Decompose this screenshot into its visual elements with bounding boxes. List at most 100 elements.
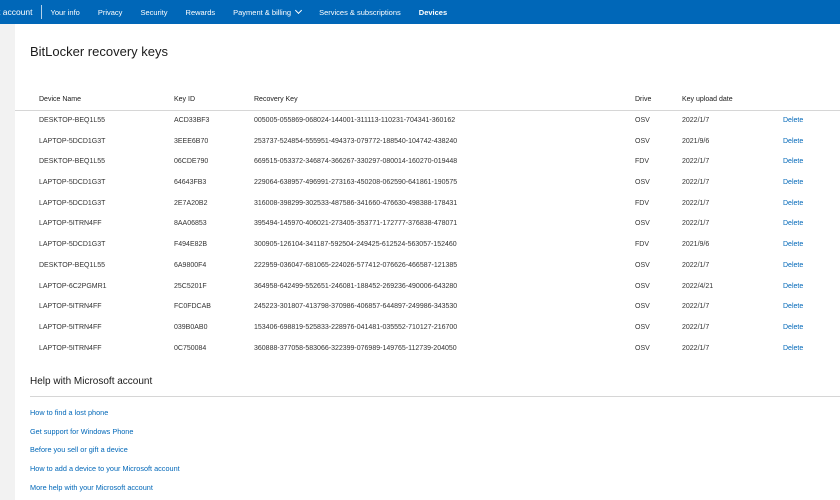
table-row: LAPTOP-5ITRN4FF 039B0AB0 153406-698819-525… (15, 318, 840, 339)
delete-key-button[interactable]: Delete (783, 339, 803, 360)
delete-key-button[interactable]: Delete (783, 152, 803, 173)
account-brand-link[interactable]: t account (0, 7, 33, 17)
cell-key-upload-date: 2022/1/7 (682, 303, 710, 311)
table-row: LAPTOP-5ITRN4FF 8AA06853 395494-145970-406… (15, 214, 840, 235)
cell-recovery-key: 364958-642499-552651-246081-188452-26923… (254, 282, 458, 290)
cell-key-id: 6A9800F4 (174, 261, 207, 269)
cell-key-upload-date: 2022/1/7 (682, 344, 710, 352)
cell-device-name: LAPTOP-5DCD1G3T (39, 199, 106, 207)
cell-key-upload-date: 2022/1/7 (682, 179, 710, 187)
cell-device-name: LAPTOP-5DCD1G3T (39, 241, 106, 249)
cell-key-id: 039B0AB0 (174, 323, 208, 331)
delete-key-button[interactable]: Delete (783, 297, 803, 318)
cell-key-id: ACD33BF3 (174, 117, 210, 124)
cell-key-id: FC0FDCAB (174, 303, 211, 311)
cell-device-name: LAPTOP-6C2PGMR1 (39, 282, 107, 290)
cell-recovery-key: 245223-301807-413798-370986-406857-64489… (254, 303, 458, 311)
cell-device-name: LAPTOP-5ITRN4FF (39, 303, 102, 311)
delete-key-button[interactable]: Delete (783, 256, 803, 277)
delete-key-button[interactable]: Delete (783, 194, 803, 215)
delete-key-button[interactable]: Delete (783, 173, 803, 194)
table-row: LAPTOP-5ITRN4FF FC0FDCAB 245223-301807-413… (15, 297, 840, 318)
delete-key-button[interactable]: Delete (783, 111, 803, 132)
recovery-keys-table: Device Name Key ID Recovery Key Drive Ke… (15, 90, 840, 359)
cell-drive: OSV (635, 137, 650, 145)
table-row: LAPTOP-6C2PGMR1 25C5201F 364958-642499-552… (15, 277, 840, 298)
delete-key-button[interactable]: Delete (783, 132, 803, 153)
help-link-add-device[interactable]: How to add a device to your Microsoft ac… (30, 460, 180, 479)
cell-key-id: 64643FB3 (174, 179, 207, 187)
nav-security[interactable]: Security (140, 8, 167, 17)
cell-device-name: DESKTOP-BEQ1L55 (39, 158, 106, 166)
chevron-down-icon (295, 6, 303, 14)
header-key-id: Key ID (174, 96, 196, 103)
table-row: LAPTOP-5DCD1G3T 64643FB3 229064-638957-496… (15, 173, 840, 194)
header-recovery-key: Recovery Key (254, 96, 298, 103)
cell-key-upload-date: 2021/9/6 (682, 137, 710, 145)
cell-drive: FDV (635, 241, 649, 249)
cell-key-upload-date: 2021/9/6 (682, 241, 710, 249)
nav-privacy[interactable]: Privacy (98, 8, 123, 17)
help-link-find-lost-phone[interactable]: How to find a lost phone (30, 404, 180, 423)
help-link-more-help[interactable]: More help with your Microsoft account (30, 479, 180, 498)
table-body: DESKTOP-BEQ1L55 ACD33BF3 005005-055869-068… (15, 111, 840, 359)
nav-services-subscriptions[interactable]: Services & subscriptions (319, 8, 401, 17)
cell-device-name: DESKTOP-BEQ1L55 (39, 117, 106, 124)
table-row: DESKTOP-BEQ1L55 6A9800F4 222959-036047-681… (15, 256, 840, 277)
cell-recovery-key: 222959-036047-681065-224026-577412-07662… (254, 261, 458, 269)
cell-key-upload-date: 2022/1/7 (682, 117, 710, 124)
help-section-title: Help with Microsoft account (30, 376, 153, 387)
cell-recovery-key: 669515-053372-346874-366267-330297-08001… (254, 158, 458, 166)
cell-recovery-key: 360888-377058-583066-322399-076989-14976… (254, 344, 457, 352)
help-links-list: How to find a lost phone Get support for… (30, 404, 180, 497)
nav-your-info[interactable]: Your info (51, 8, 80, 17)
cell-key-id: 25C5201F (174, 282, 207, 290)
cell-key-upload-date: 2022/1/7 (682, 220, 710, 228)
cell-device-name: DESKTOP-BEQ1L55 (39, 261, 106, 269)
cell-recovery-key: 005005-055869-068024-144001-311113-11023… (254, 117, 456, 124)
help-divider (30, 396, 840, 397)
header-drive: Drive (635, 96, 652, 103)
delete-key-button[interactable]: Delete (783, 214, 803, 235)
cell-key-id: 2E7A20B2 (174, 199, 208, 207)
table-row: DESKTOP-BEQ1L55 06CDE790 669515-053372-346… (15, 152, 840, 173)
cell-drive: OSV (635, 220, 650, 228)
help-link-windows-phone-support[interactable]: Get support for Windows Phone (30, 423, 180, 442)
help-link-sell-or-gift[interactable]: Before you sell or gift a device (30, 441, 180, 460)
cell-drive: OSV (635, 179, 650, 187)
cell-key-id: 8AA06853 (174, 220, 207, 228)
content-card: BitLocker recovery keys Device Name Key … (15, 24, 840, 500)
nav-rewards[interactable]: Rewards (186, 8, 216, 17)
top-nav-bar: t account Your info Privacy Security Rew… (0, 0, 840, 24)
nav-payment-billing-label: Payment & billing (233, 7, 292, 17)
cell-key-id: 3EEE6B70 (174, 137, 209, 145)
cell-drive: OSV (635, 344, 650, 352)
cell-key-id: 0C750084 (174, 344, 207, 352)
cell-recovery-key: 300905-126104-341187-592504-249425-61252… (254, 241, 457, 249)
cell-recovery-key: 316008-398299-302533-487586-341660-47663… (254, 199, 458, 207)
cell-key-upload-date: 2022/1/7 (682, 199, 710, 207)
cell-drive: OSV (635, 323, 650, 331)
cell-key-upload-date: 2022/1/7 (682, 261, 710, 269)
cell-drive: FDV (635, 199, 649, 207)
delete-key-button[interactable]: Delete (783, 277, 803, 298)
cell-device-name: LAPTOP-5ITRN4FF (39, 344, 102, 352)
cell-recovery-key: 395494-145970-406021-273405-353771-17277… (254, 220, 458, 228)
cell-key-upload-date: 2022/4/21 (682, 282, 714, 290)
cell-drive: OSV (635, 117, 650, 124)
cell-key-upload-date: 2022/1/7 (682, 158, 710, 166)
header-device-name: Device Name (39, 96, 82, 103)
nav-devices[interactable]: Devices (419, 8, 447, 17)
nav-list: Your info Privacy Security Rewards Payme… (51, 6, 466, 17)
cell-key-id: 06CDE790 (174, 158, 209, 166)
header-key-upload-date: Key upload date (682, 96, 733, 103)
cell-key-id: F494E82B (174, 241, 208, 249)
delete-key-button[interactable]: Delete (783, 235, 803, 256)
cell-device-name: LAPTOP-5ITRN4FF (39, 323, 102, 331)
cell-device-name: LAPTOP-5ITRN4FF (39, 220, 102, 228)
cell-drive: FDV (635, 158, 649, 166)
delete-key-button[interactable]: Delete (783, 318, 803, 339)
nav-payment-billing[interactable]: Payment & billing (233, 6, 303, 17)
table-row: LAPTOP-5DCD1G3T 2E7A20B2 316008-398299-302… (15, 194, 840, 215)
table-row: LAPTOP-5DCD1G3T F494E82B 300905-126104-341… (15, 235, 840, 256)
